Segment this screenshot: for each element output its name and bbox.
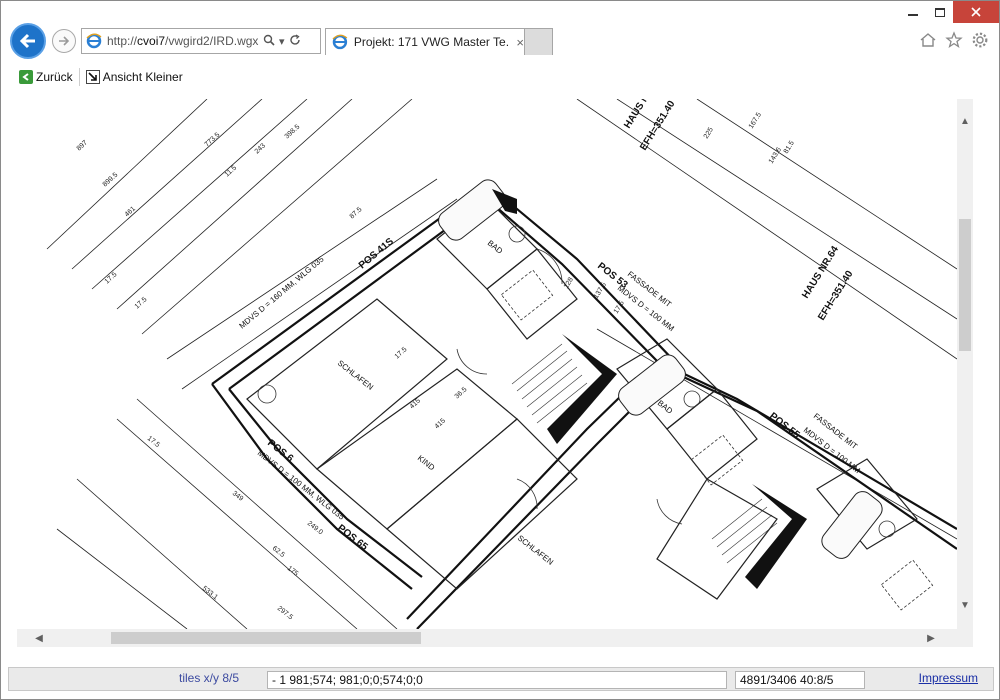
dimension-label: 17.5 — [394, 346, 409, 360]
label-kind: KIND — [416, 453, 437, 472]
label-pos65: POS 65 — [335, 523, 370, 553]
dimension-label: 899.5 — [102, 171, 120, 188]
dimension-label: 17.5 — [104, 271, 119, 285]
dimension-label: 81.5 — [783, 140, 796, 155]
settings-gear-icon[interactable] — [971, 31, 989, 49]
ansicht-kleiner-label: Ansicht Kleiner — [102, 70, 183, 84]
dimension-label: 773.5 — [204, 131, 222, 148]
browser-back-button[interactable] — [10, 23, 46, 59]
zurueck-label: Zurück — [36, 70, 73, 84]
tab-projekt[interactable]: Projekt: 171 VWG Master Te... × — [325, 28, 525, 55]
scroll-up-arrow-icon[interactable]: ▲ — [957, 113, 973, 129]
home-icon[interactable] — [919, 31, 937, 49]
scroll-corner — [957, 629, 973, 647]
close-icon — [971, 7, 981, 17]
dimension-label: 128 — [563, 276, 575, 290]
dimension-label: 87.5 — [349, 206, 364, 220]
label-mdvs1: MDVS D = 160 MM, WLG 035 — [238, 254, 326, 330]
ie-tab-icon — [332, 34, 348, 50]
status-bar: tiles x/y 8/5 - 1 981;574; 981;0;0;574;0… — [8, 667, 994, 691]
label-bad1: BAD — [486, 238, 505, 255]
app-toolbar: Zurück Ansicht Kleiner — [15, 67, 187, 87]
label-bad2: BAD — [656, 398, 675, 415]
dimension-label: 11.5 — [224, 164, 239, 178]
coords-field: - 1 981;574; 981;0;0;574;0;0 — [267, 671, 727, 689]
size-field: 4891/3406 40:8/5 — [735, 671, 865, 689]
vertical-scroll-thumb[interactable] — [959, 219, 971, 351]
dimension-label: 897 — [76, 139, 89, 152]
tab-close-button[interactable]: × — [516, 35, 524, 50]
dimension-label: 297.5 — [276, 605, 294, 621]
scroll-down-arrow-icon[interactable]: ▼ — [957, 597, 973, 613]
dimension-label: 175 — [286, 565, 300, 578]
url-text[interactable]: http://cvoi7/vwgird2/IRD.wgx — [107, 34, 259, 48]
horizontal-scrollbar[interactable]: ◀ ▶ — [17, 629, 957, 647]
vertical-scrollbar[interactable]: ▲ ▼ — [957, 99, 973, 629]
label-mdvs2: MDVS D = 100 MM, WLG 035 — [256, 448, 347, 522]
dimension-label: 415 — [434, 417, 447, 430]
scroll-left-arrow-icon[interactable]: ◀ — [31, 629, 47, 647]
dimension-label: 249.0 — [306, 520, 324, 536]
label-schlafen2: SCHLAFEN — [516, 533, 555, 567]
plan-viewer[interactable]: HAUS NR.65 EFH=351.40 HAUS NR.64 EFH=351… — [17, 99, 973, 647]
tiles-status: tiles x/y 8/5 — [179, 671, 240, 685]
dimension-label: 533.1 — [201, 585, 219, 601]
scroll-right-arrow-icon[interactable]: ▶ — [923, 629, 939, 647]
label-schlafen1: SCHLAFEN — [336, 358, 375, 392]
address-bar[interactable]: http://cvoi7/vwgird2/IRD.wgx ▾ — [81, 28, 321, 54]
floor-plan-drawing[interactable]: HAUS NR.65 EFH=351.40 HAUS NR.64 EFH=351… — [17, 99, 957, 629]
ansicht-kleiner-button[interactable]: Ansicht Kleiner — [82, 70, 187, 84]
green-back-icon — [19, 70, 33, 84]
horizontal-scroll-thumb[interactable] — [111, 632, 421, 644]
dimension-label: 398.5 — [284, 123, 302, 140]
browser-forward-button[interactable] — [52, 29, 76, 53]
dimension-label: 62.5 — [271, 545, 286, 559]
new-tab-button[interactable] — [525, 28, 553, 55]
navigation-bar: http://cvoi7/vwgird2/IRD.wgx ▾ Projekt: … — [1, 19, 1000, 59]
dimension-label: 143.6 — [768, 146, 783, 165]
impressum-link[interactable]: Impressum — [919, 671, 978, 685]
search-icon[interactable] — [263, 34, 275, 49]
minimize-icon — [907, 14, 918, 16]
refresh-icon[interactable] — [289, 33, 301, 49]
shrink-view-icon — [85, 70, 100, 84]
dimension-label: 36.5 — [454, 386, 469, 400]
dimension-label: 17.5 — [146, 435, 161, 449]
zurueck-button[interactable]: Zurück — [15, 70, 77, 84]
address-tools: ▾ — [263, 33, 301, 49]
toolbar-separator — [78, 68, 80, 86]
dropdown-icon[interactable]: ▾ — [279, 35, 285, 48]
dimension-label: 461 — [124, 205, 137, 218]
browser-window: http://cvoi7/vwgird2/IRD.wgx ▾ Projekt: … — [0, 0, 1000, 700]
tab-title: Projekt: 171 VWG Master Te... — [353, 35, 511, 49]
dimension-label: 225 — [703, 126, 715, 140]
back-arrow-icon — [19, 33, 35, 49]
dimension-label: 415 — [409, 397, 422, 410]
forward-arrow-icon — [59, 36, 70, 46]
label-pos55: POS 55 — [767, 411, 802, 441]
favorites-star-icon[interactable] — [945, 31, 963, 49]
dimension-label: 17.5 — [134, 296, 149, 310]
ie-page-icon — [86, 33, 102, 49]
dimension-label: 167.5 — [748, 111, 763, 130]
maximize-icon — [934, 7, 945, 17]
browser-tools — [919, 31, 989, 49]
